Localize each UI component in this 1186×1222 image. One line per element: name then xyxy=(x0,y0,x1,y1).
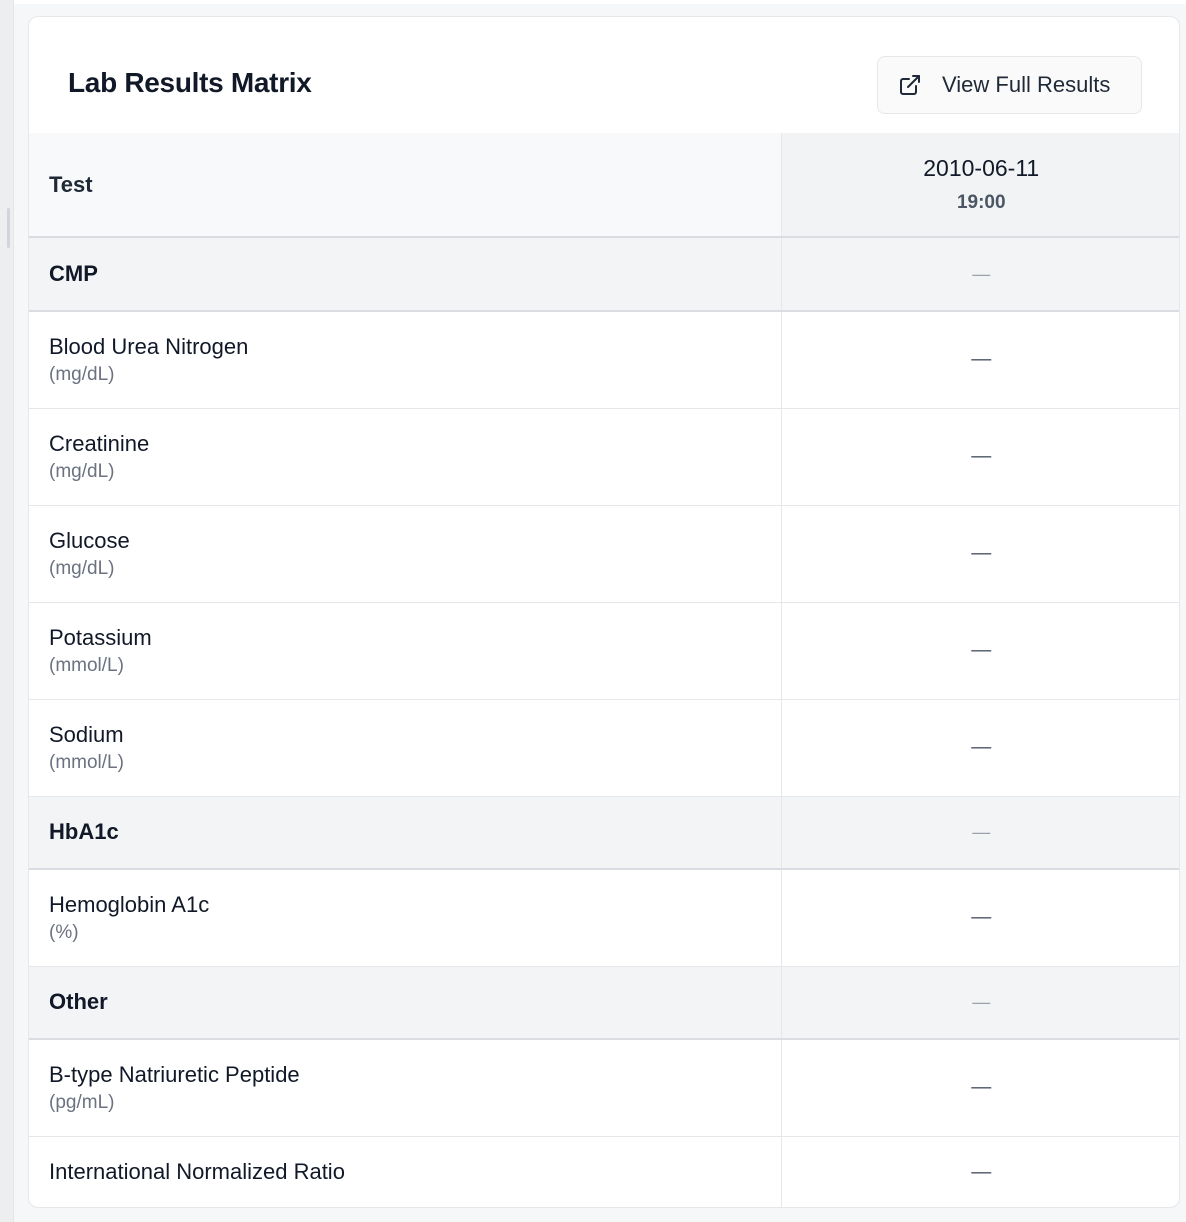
test-column-header: Test xyxy=(29,133,781,238)
result-value: — xyxy=(780,311,1179,409)
test-cell: Potassium (mmol/L) xyxy=(29,602,781,700)
test-name: Glucose xyxy=(49,527,130,553)
test-name: B-type Natriuretic Peptide xyxy=(49,1061,300,1087)
lab-results-table: Test 2010-06-11 19:00 CMP — Blood Urea N… xyxy=(29,133,1179,1207)
test-name: Potassium xyxy=(49,624,152,650)
result-value: — xyxy=(780,505,1179,603)
test-cell: Creatinine (mg/dL) xyxy=(29,408,781,506)
external-link-icon xyxy=(898,73,922,97)
view-full-results-button[interactable]: View Full Results xyxy=(877,56,1142,114)
group-name: CMP xyxy=(29,237,781,312)
table-row: B-type Natriuretic Peptide (pg/mL) — xyxy=(29,1039,1179,1137)
result-value: — xyxy=(780,408,1179,506)
test-name: Hemoglobin A1c xyxy=(49,891,210,917)
left-panel-rail xyxy=(0,0,14,1222)
group-row-cmp: CMP — xyxy=(29,237,1179,312)
test-unit: (mg/dL) xyxy=(49,460,115,482)
table-row: Hemoglobin A1c (%) — xyxy=(29,869,1179,967)
table-row: Glucose (mg/dL) — xyxy=(29,505,1179,603)
top-strip xyxy=(14,0,1186,4)
group-row-hba1c: HbA1c — xyxy=(29,796,1179,870)
test-cell: Hemoglobin A1c (%) xyxy=(29,869,781,967)
table-row: Creatinine (mg/dL) — xyxy=(29,408,1179,506)
table-row: Blood Urea Nitrogen (mg/dL) — xyxy=(29,311,1179,409)
test-name: International Normalized Ratio xyxy=(49,1159,345,1184)
test-cell: International Normalized Ratio xyxy=(29,1136,781,1207)
result-value: — xyxy=(780,602,1179,700)
test-unit: (mmol/L) xyxy=(49,654,124,676)
test-name: Blood Urea Nitrogen xyxy=(49,333,249,359)
card-header: Lab Results Matrix View Full Results xyxy=(29,17,1179,133)
test-unit: (mg/dL) xyxy=(49,557,115,579)
group-name: HbA1c xyxy=(29,796,781,870)
table-row: Potassium (mmol/L) — xyxy=(29,602,1179,700)
view-full-results-label: View Full Results xyxy=(942,72,1111,97)
result-value: — xyxy=(780,1136,1179,1207)
date-column-time: 19:00 xyxy=(956,192,1006,213)
test-cell: Glucose (mg/dL) xyxy=(29,505,781,603)
table-row: Sodium (mmol/L) — xyxy=(29,699,1179,797)
test-unit: (pg/mL) xyxy=(49,1091,115,1113)
group-value: — xyxy=(780,796,1179,870)
test-unit: (%) xyxy=(49,921,79,943)
group-value: — xyxy=(780,237,1179,312)
result-value: — xyxy=(780,699,1179,797)
table-header-row: Test 2010-06-11 19:00 xyxy=(29,133,1179,238)
test-cell: B-type Natriuretic Peptide (pg/mL) xyxy=(29,1039,781,1137)
group-name: Other xyxy=(29,966,781,1040)
test-cell: Blood Urea Nitrogen (mg/dL) xyxy=(29,311,781,409)
test-name: Creatinine xyxy=(49,430,150,456)
test-name: Sodium xyxy=(49,721,124,747)
result-value: — xyxy=(780,869,1179,967)
group-value: — xyxy=(780,966,1179,1040)
result-value: — xyxy=(780,1039,1179,1137)
date-column-date: 2010-06-11 xyxy=(923,155,1040,181)
table-row: International Normalized Ratio — xyxy=(29,1136,1179,1207)
date-column-header[interactable]: 2010-06-11 19:00 xyxy=(780,133,1179,238)
resize-handle[interactable] xyxy=(7,208,10,248)
test-unit: (mmol/L) xyxy=(49,751,124,773)
group-row-other: Other — xyxy=(29,966,1179,1040)
lab-results-card: Lab Results Matrix View Full Results Tes… xyxy=(28,16,1180,1208)
card-title: Lab Results Matrix xyxy=(68,67,312,98)
test-cell: Sodium (mmol/L) xyxy=(29,699,781,797)
test-unit: (mg/dL) xyxy=(49,363,115,385)
